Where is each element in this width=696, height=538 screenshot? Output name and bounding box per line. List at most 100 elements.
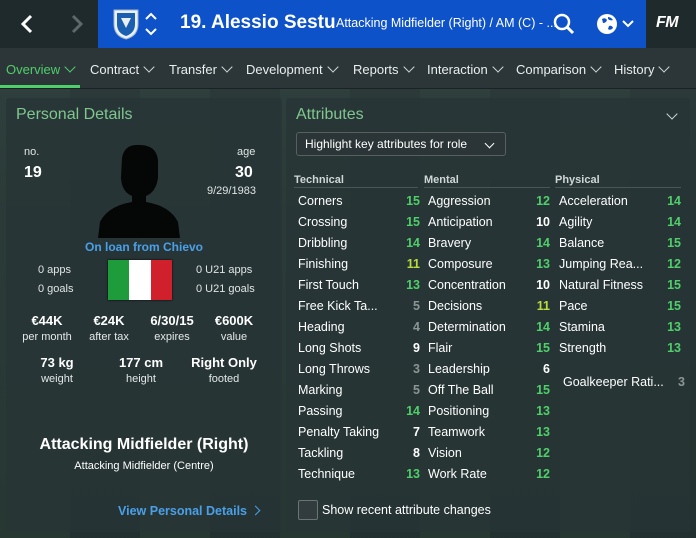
- attribute-row[interactable]: First Touch 13: [294, 274, 424, 295]
- attribute-row[interactable]: Acceleration 14: [555, 190, 685, 211]
- attribute-row[interactable]: Concentration 10: [424, 274, 554, 295]
- tab-contract[interactable]: Contract: [90, 61, 155, 77]
- attribute-row[interactable]: Jumping Rea... 12: [555, 253, 685, 274]
- back-button[interactable]: [4, 0, 52, 48]
- attribute-value: 13: [667, 319, 681, 334]
- wage-after-tax-label: after tax: [89, 331, 129, 343]
- attribute-row[interactable]: Penalty Taking 7: [294, 421, 424, 442]
- player-value-label: value: [220, 331, 248, 343]
- attribute-row[interactable]: Corners 15: [294, 190, 424, 211]
- personal-details-panel: Personal Details no. 19 age 30 9/29/1983…: [6, 98, 282, 532]
- tab-history[interactable]: History: [614, 61, 671, 77]
- wage-after-tax-value: €24K: [93, 313, 125, 328]
- attribute-row[interactable]: Work Rate 12: [424, 463, 554, 484]
- tab-transfer[interactable]: Transfer: [169, 61, 233, 77]
- search-icon[interactable]: [552, 12, 576, 36]
- attribute-row[interactable]: Off The Ball 15: [424, 379, 554, 400]
- attribute-row[interactable]: Positioning 13: [424, 400, 554, 421]
- attribute-row[interactable]: Passing 14: [294, 400, 424, 421]
- tab-reports[interactable]: Reports: [353, 61, 415, 77]
- attribute-value: 15: [536, 382, 550, 397]
- attribute-row[interactable]: Heading 4: [294, 316, 424, 337]
- height-value: 177 cm: [118, 355, 164, 370]
- attribute-row[interactable]: Balance 15: [555, 232, 685, 253]
- attribute-row[interactable]: Long Shots 9: [294, 337, 424, 358]
- nationality-flag[interactable]: [108, 260, 172, 300]
- attribute-row[interactable]: Pace 15: [555, 295, 685, 316]
- attribute-row[interactable]: Crossing 15: [294, 211, 424, 232]
- attribute-row[interactable]: Teamwork 13: [424, 421, 554, 442]
- tab-label: Transfer: [169, 62, 217, 77]
- view-personal-details-link[interactable]: View Personal Details: [118, 504, 261, 518]
- globe-menu-button[interactable]: [586, 0, 646, 48]
- tab-label: History: [614, 62, 655, 77]
- attribute-name: Dribbling: [298, 235, 348, 250]
- wage-value: €44K: [31, 313, 63, 328]
- wage-label: per month: [22, 331, 72, 343]
- attribute-name: Tackling: [298, 445, 344, 460]
- attribute-row[interactable]: Agility 14: [555, 211, 685, 232]
- attribute-name: Penalty Taking: [298, 424, 380, 439]
- loan-status-link[interactable]: On loan from Chievo: [6, 240, 282, 254]
- attribute-name: Crossing: [298, 214, 348, 229]
- dropdown-label: Highlight key attributes for role: [305, 137, 468, 151]
- attribute-row[interactable]: Long Throws 3: [294, 358, 424, 379]
- attribute-name: Heading: [298, 319, 345, 334]
- goals-count: 0 goals: [38, 283, 74, 295]
- attribute-value: 13: [406, 466, 420, 481]
- attribute-value: 3: [413, 361, 420, 376]
- player-role: Attacking Midfielder (Right) / AM (C) - …: [336, 16, 557, 30]
- attribute-name: Decisions: [428, 298, 483, 313]
- attribute-name: Pace: [559, 298, 588, 313]
- highlight-role-dropdown[interactable]: Highlight key attributes for role: [296, 132, 506, 156]
- attribute-name: Work Rate: [428, 466, 487, 481]
- attribute-row[interactable]: Dribbling 14: [294, 232, 424, 253]
- attribute-value: 14: [667, 193, 681, 208]
- attribute-row[interactable]: Natural Fitness 15: [555, 274, 685, 295]
- attribute-row[interactable]: Stamina 13: [555, 316, 685, 337]
- attribute-row[interactable]: Leadership 6: [424, 358, 554, 379]
- attribute-row[interactable]: Marking 5: [294, 379, 424, 400]
- attribute-row[interactable]: Decisions 11: [424, 295, 554, 316]
- attribute-row[interactable]: Technique 13: [294, 463, 424, 484]
- attributes-panel: Attributes Highlight key attributes for …: [286, 98, 690, 532]
- tab-interaction[interactable]: Interaction: [427, 61, 504, 77]
- attribute-row[interactable]: Strength 13: [555, 337, 685, 358]
- attribute-value: 7: [413, 424, 420, 439]
- chevron-down-icon: [143, 61, 155, 73]
- forward-button[interactable]: [52, 0, 100, 48]
- goalkeeper-rating-row[interactable]: Goalkeeper Rati... 3: [559, 371, 689, 392]
- height-label: height: [126, 373, 156, 385]
- attribute-name: Vision: [428, 445, 462, 460]
- attribute-value: 6: [543, 361, 550, 376]
- attribute-name: Off The Ball: [428, 382, 494, 397]
- attribute-row[interactable]: Finishing 11: [294, 253, 424, 274]
- attribute-row[interactable]: Free Kick Ta... 5: [294, 295, 424, 316]
- tab-comparison[interactable]: Comparison: [516, 61, 602, 77]
- attribute-name: Agility: [559, 214, 593, 229]
- attribute-row[interactable]: Flair 15: [424, 337, 554, 358]
- age-label: age: [237, 146, 256, 158]
- attribute-row[interactable]: Vision 12: [424, 442, 554, 463]
- mental-heading: Mental: [424, 174, 459, 186]
- attribute-row[interactable]: Anticipation 10: [424, 211, 554, 232]
- attribute-row[interactable]: Composure 13: [424, 253, 554, 274]
- attribute-name: Aggression: [428, 193, 491, 208]
- attribute-row[interactable]: Determination 14: [424, 316, 554, 337]
- attribute-row[interactable]: Aggression 12: [424, 190, 554, 211]
- age-value: 30: [235, 164, 253, 181]
- chevron-left-icon: [20, 14, 33, 34]
- attribute-row[interactable]: Bravery 14: [424, 232, 554, 253]
- u21-apps-count: 0 U21 apps: [196, 264, 253, 276]
- squad-switch-icon[interactable]: [144, 10, 158, 38]
- weight-value: 73 kg: [40, 355, 74, 370]
- date-of-birth: 9/29/1983: [207, 185, 256, 197]
- tab-development[interactable]: Development: [246, 61, 339, 77]
- club-badge-icon[interactable]: [112, 8, 140, 40]
- collapse-chevron-icon[interactable]: [666, 108, 678, 120]
- attribute-name: Concentration: [428, 277, 506, 292]
- tab-overview[interactable]: Overview: [6, 61, 76, 77]
- show-changes-checkbox[interactable]: [298, 500, 318, 520]
- attribute-row[interactable]: Tackling 8: [294, 442, 424, 463]
- chevron-down-icon: [492, 61, 504, 73]
